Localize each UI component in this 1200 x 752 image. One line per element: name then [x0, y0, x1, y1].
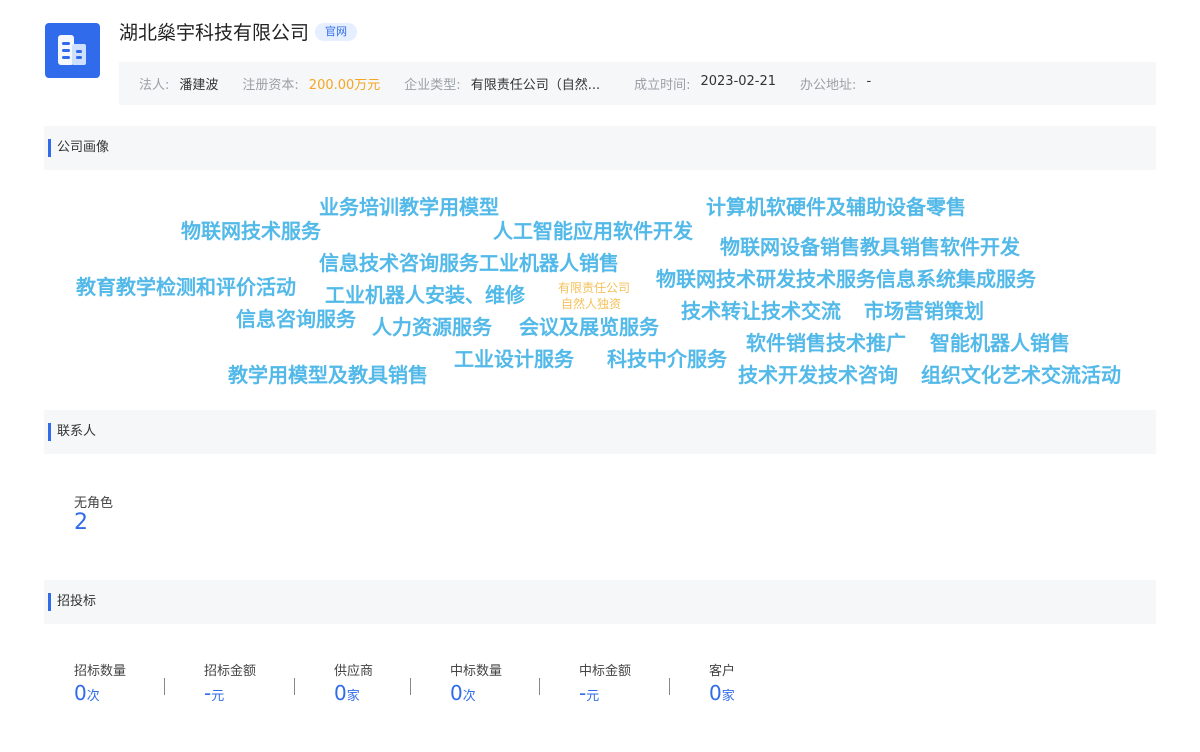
stat-bid-amount: 招标金额 -元: [204, 660, 256, 705]
stat-unit: 次: [462, 689, 476, 704]
cloud-word: 智能机器人销售: [930, 331, 1070, 355]
capital-label: 注册资本:: [242, 78, 299, 93]
type-value: 有限责任公司（自然...: [470, 78, 601, 93]
stat-value[interactable]: 0次: [74, 681, 126, 705]
stat-win-count: 中标数量 0次: [450, 660, 502, 705]
legal-rep-label: 法人:: [139, 78, 170, 93]
cloud-word-small: 有限责任公司: [558, 281, 631, 295]
stat-bid-count: 招标数量 0次: [74, 660, 126, 705]
stat-label: 供应商: [334, 664, 374, 679]
cloud-word: 人力资源服务: [372, 315, 492, 339]
contact-count[interactable]: 2: [74, 510, 88, 535]
company-logo: [45, 23, 100, 78]
section-title: 联系人: [57, 424, 97, 439]
company-type: 企业类型: 有限责任公司（自然...: [404, 74, 600, 93]
founded-label: 成立时间:: [634, 78, 691, 93]
stat-value[interactable]: 0家: [709, 681, 735, 705]
cloud-word: 信息技术咨询服务工业机器人销售: [319, 251, 619, 275]
stat-divider: [294, 678, 295, 695]
section-accent-bar: [48, 139, 51, 157]
stat-suppliers: 供应商 0家: [334, 660, 373, 705]
stat-number: 0: [334, 681, 347, 705]
office-address: 办公地址: -: [800, 74, 871, 93]
cloud-word-small: 自然人独资: [561, 297, 622, 311]
stat-number: 0: [450, 681, 463, 705]
legal-rep: 法人: 潘建波: [139, 74, 218, 93]
cloud-word: 物联网技术研发技术服务信息系统集成服务: [656, 267, 1036, 291]
section-title: 招投标: [57, 594, 97, 609]
cloud-word: 组织文化艺术交流活动: [921, 363, 1121, 387]
cloud-word: 市场营销策划: [864, 299, 984, 323]
stat-unit: 次: [86, 689, 100, 704]
stat-divider: [669, 678, 670, 695]
address-value: -: [866, 74, 872, 89]
section-accent-bar: [48, 593, 51, 611]
cloud-word: 技术转让技术交流: [681, 299, 841, 323]
company-info-bar: 法人: 潘建波 注册资本: 200.00万元 企业类型: 有限责任公司（自然..…: [119, 62, 1156, 105]
section-accent-bar: [48, 423, 51, 441]
cloud-word: 物联网设备销售教具销售软件开发: [720, 235, 1020, 259]
company-name-row: 湖北燊宇科技有限公司 官网: [119, 18, 358, 45]
stat-value[interactable]: -元: [204, 681, 256, 705]
stat-win-amount: 中标金额 -元: [579, 660, 631, 705]
cloud-word: 人工智能应用软件开发: [493, 219, 693, 243]
stat-value[interactable]: -元: [579, 681, 631, 705]
cloud-word: 工业设计服务: [454, 347, 574, 371]
cloud-word: 信息咨询服务: [236, 307, 356, 331]
stat-number: 0: [709, 681, 722, 705]
company-name: 湖北燊宇科技有限公司: [119, 22, 310, 44]
cloud-word: 业务培训教学用模型: [319, 195, 499, 219]
stat-label: 中标金额: [579, 664, 632, 679]
stat-unit: 元: [211, 689, 225, 704]
section-portrait: 公司画像: [44, 126, 1156, 170]
cloud-word: 教育教学检测和评价活动: [76, 275, 296, 299]
section-contacts: 联系人: [44, 410, 1156, 454]
stat-unit: 家: [721, 689, 735, 704]
cloud-word: 物联网技术服务: [181, 219, 321, 243]
address-label: 办公地址:: [800, 78, 857, 93]
contact-role-label: 无角色: [74, 496, 114, 511]
founded-value: 2023-02-21: [700, 74, 777, 89]
legal-rep-value[interactable]: 潘建波: [179, 74, 218, 93]
stat-divider: [539, 678, 540, 695]
stat-value[interactable]: 0家: [334, 681, 373, 705]
stat-label: 中标数量: [450, 664, 503, 679]
cloud-word: 软件销售技术推广: [746, 331, 906, 355]
section-title: 公司画像: [57, 140, 110, 155]
section-bidding: 招投标: [44, 580, 1156, 624]
capital-value: 200.00万元: [308, 78, 381, 93]
cloud-word: 会议及展览服务: [519, 315, 659, 339]
building-icon: [58, 35, 86, 65]
stat-label: 招标数量: [74, 664, 127, 679]
stat-customers: 客户 0家: [709, 660, 735, 705]
stat-divider: [410, 678, 411, 695]
stat-value[interactable]: 0次: [450, 681, 502, 705]
stat-unit: 家: [346, 689, 360, 704]
cloud-word: 技术开发技术咨询: [738, 363, 898, 387]
stat-label: 客户: [709, 664, 736, 679]
founded-date: 成立时间: 2023-02-21: [634, 74, 776, 93]
business-scope-word-cloud: 业务培训教学用模型 计算机软硬件及辅助设备零售 物联网技术服务 人工智能应用软件…: [44, 170, 1156, 410]
stat-divider: [164, 678, 165, 695]
type-label: 企业类型:: [404, 78, 461, 93]
registered-capital: 注册资本: 200.00万元: [242, 74, 380, 93]
cloud-word: 计算机软硬件及辅助设备零售: [706, 195, 966, 219]
stat-label: 招标金额: [204, 664, 257, 679]
official-site-badge[interactable]: 官网: [315, 22, 358, 41]
stat-number: 0: [74, 681, 87, 705]
stat-unit: 元: [586, 689, 600, 704]
cloud-word: 科技中介服务: [607, 347, 727, 371]
cloud-word: 教学用模型及教具销售: [228, 363, 428, 387]
